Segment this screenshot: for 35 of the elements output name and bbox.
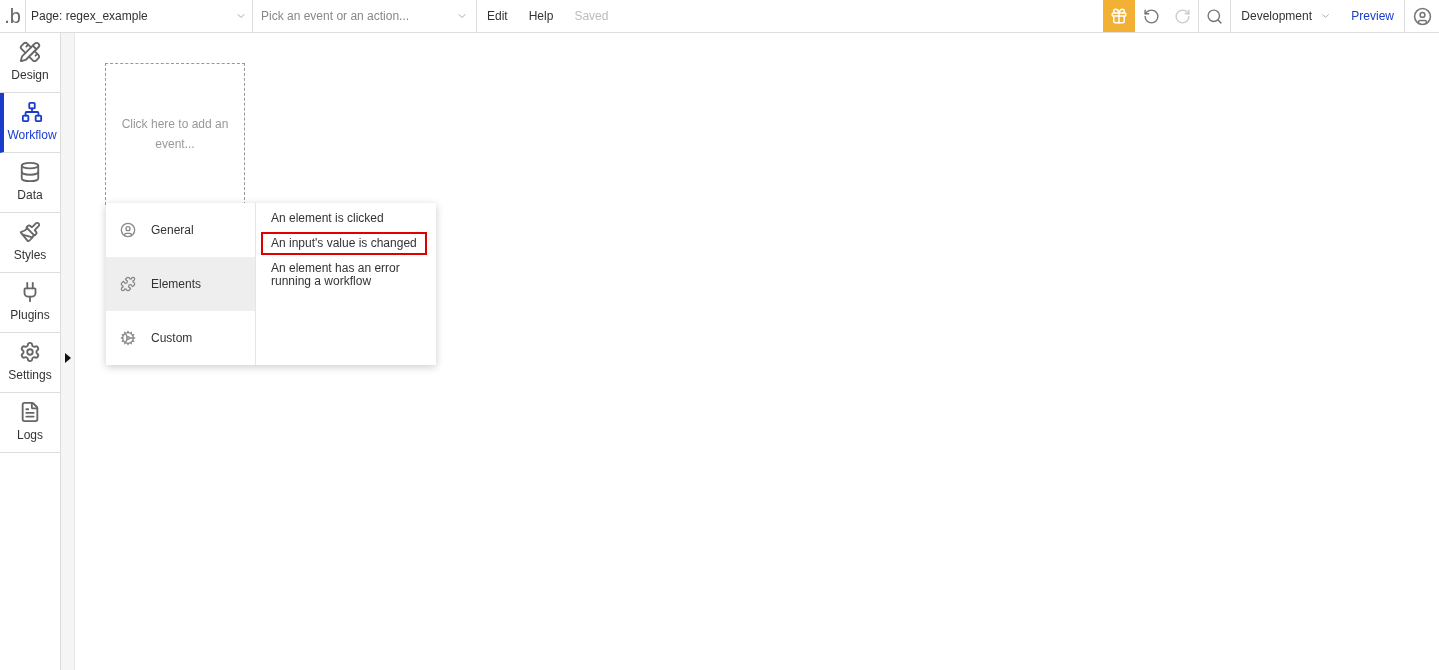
event-option[interactable]: An element has an error running a workflow (261, 257, 431, 293)
brush-icon (19, 221, 41, 243)
gears-icon (120, 330, 136, 346)
menu-item[interactable]: Help (528, 7, 554, 25)
search-icon (1206, 7, 1224, 25)
user-icon (120, 222, 136, 238)
category-item[interactable]: Custom (106, 311, 255, 365)
event-option[interactable]: An element is clicked (261, 207, 394, 230)
page-dropdown[interactable]: Page: regex_example (26, 0, 253, 32)
sidebar-item[interactable]: Logs (0, 393, 60, 453)
environment-dropdown[interactable]: Development (1231, 0, 1342, 32)
event-search-field[interactable]: Pick an event or an action... (261, 7, 441, 25)
undo-icon (1142, 7, 1160, 25)
pencil-ruler-icon (19, 41, 41, 63)
gift-icon (1110, 7, 1129, 25)
event-option[interactable]: An input's value is changed (261, 232, 427, 255)
sidebar-item[interactable]: Settings (0, 333, 60, 393)
sidebar-item[interactable]: Data (0, 153, 60, 213)
category-item[interactable]: General (106, 203, 255, 257)
document-icon (19, 401, 41, 423)
sitemap-icon (21, 101, 43, 123)
logo[interactable]: .b (0, 0, 26, 32)
sidebar-item[interactable]: Plugins (0, 273, 60, 333)
category-item[interactable]: Elements (106, 257, 255, 311)
preview-link[interactable]: Preview (1351, 7, 1394, 25)
user-icon (1412, 6, 1432, 26)
redo-icon (1174, 7, 1192, 25)
settings-icon (19, 341, 41, 363)
database-icon (19, 161, 41, 183)
expand-arrow-icon[interactable] (64, 353, 71, 363)
menu-item[interactable]: Edit (487, 7, 508, 25)
puzzle-icon (120, 276, 136, 292)
sidebar-item[interactable]: Styles (0, 213, 60, 273)
sidebar-item[interactable]: Design (0, 33, 60, 93)
save-status: Saved (574, 8, 609, 25)
